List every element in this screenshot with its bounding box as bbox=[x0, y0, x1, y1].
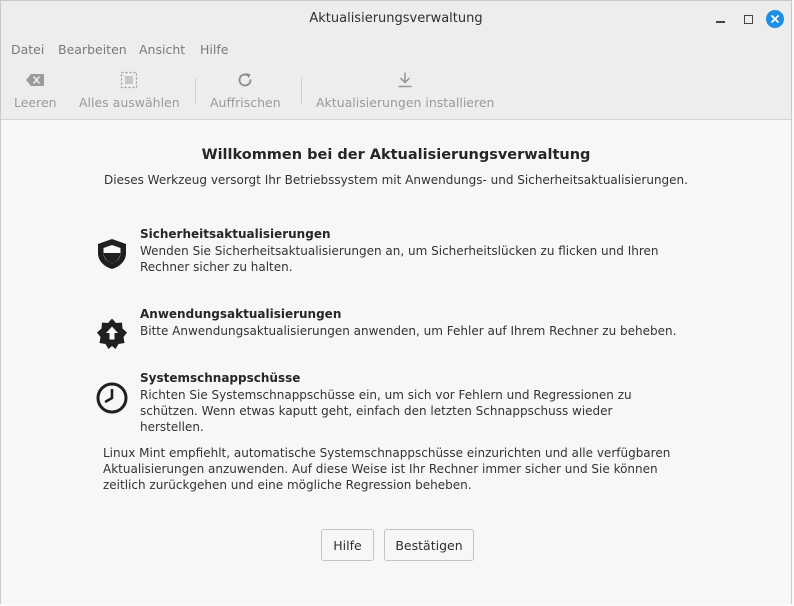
titlebar[interactable]: Aktualisierungsverwaltung bbox=[1, 1, 791, 37]
welcome-page: Willkommen bei der Aktualisierungsverwal… bbox=[1, 120, 791, 605]
feature-title: Sicherheitsaktualisierungen bbox=[140, 227, 331, 241]
download-icon bbox=[398, 72, 413, 88]
feature-description: Bitte Anwendungsaktualisierungen anwende… bbox=[140, 324, 677, 338]
minimize-icon bbox=[715, 21, 725, 23]
install-updates-button[interactable]: Aktualisierungen installieren bbox=[316, 69, 494, 110]
feature-description: Richten Sie Systemschnappschüsse ein, um… bbox=[140, 388, 632, 434]
menubar: Datei Bearbeiten Ansicht Hilfe bbox=[1, 37, 791, 61]
window-title: Aktualisierungsverwaltung bbox=[309, 11, 483, 26]
menu-datei[interactable]: Datei bbox=[11, 42, 44, 57]
welcome-title: Willkommen bei der Aktualisierungsverwal… bbox=[201, 147, 591, 163]
refresh-button[interactable]: Auffrischen bbox=[210, 69, 281, 110]
close-button[interactable] bbox=[766, 10, 784, 28]
refresh-label: Auffrischen bbox=[210, 95, 281, 110]
feature-description: Wenden Sie Sicherheitsaktualisierungen a… bbox=[140, 244, 659, 274]
select-all-button[interactable]: Alles auswählen bbox=[79, 69, 180, 110]
menu-bearbeiten[interactable]: Bearbeiten bbox=[58, 42, 127, 57]
clear-label: Leeren bbox=[14, 95, 57, 110]
feature-title: Systemschnappschüsse bbox=[140, 371, 301, 385]
shield-icon bbox=[98, 239, 126, 269]
clock-icon bbox=[96, 382, 128, 414]
welcome-subtitle: Dieses Werkzeug versorgt Ihr Betriebssys… bbox=[104, 173, 688, 187]
maximize-button[interactable] bbox=[739, 10, 757, 28]
minimize-button[interactable] bbox=[711, 10, 729, 28]
recommendation-text: Linux Mint empfiehlt, automatische Syste… bbox=[103, 446, 671, 492]
toolbar-separator bbox=[195, 78, 196, 104]
select-all-label: Alles auswählen bbox=[79, 95, 180, 110]
toolbar-separator bbox=[301, 78, 302, 104]
confirm-button[interactable]: Bestätigen bbox=[384, 529, 474, 561]
help-button[interactable]: Hilfe bbox=[321, 529, 374, 561]
menu-ansicht[interactable]: Ansicht bbox=[139, 42, 185, 57]
update-manager-window: Aktualisierungsverwaltung Datei Bearbeit… bbox=[0, 0, 792, 605]
maximize-icon bbox=[743, 14, 753, 24]
close-icon bbox=[771, 15, 779, 23]
menu-hilfe[interactable]: Hilfe bbox=[200, 42, 228, 57]
package-upgrade-icon bbox=[97, 318, 127, 349]
backspace-icon bbox=[26, 74, 45, 86]
install-updates-label: Aktualisierungen installieren bbox=[316, 95, 495, 110]
toolbar: Leeren Alles auswählen Auffrischen Aktua… bbox=[1, 61, 791, 120]
refresh-icon bbox=[238, 73, 252, 87]
clear-button[interactable]: Leeren bbox=[14, 69, 57, 110]
feature-title: Anwendungsaktualisierungen bbox=[140, 307, 342, 321]
select-all-icon bbox=[121, 71, 138, 89]
